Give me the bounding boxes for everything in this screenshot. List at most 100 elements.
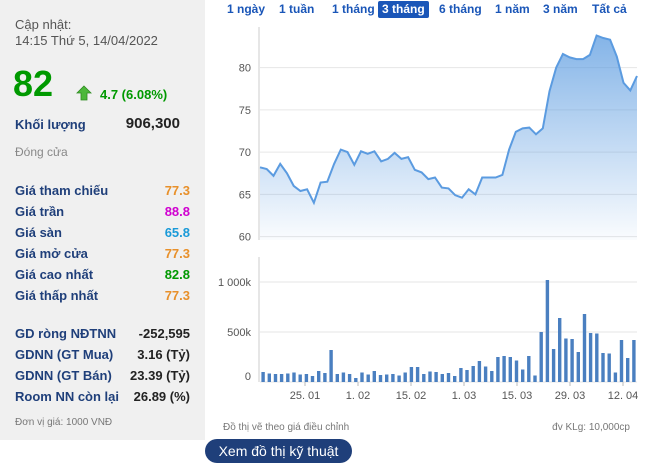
- up-arrow-icon: [76, 85, 92, 101]
- volume-bar: [459, 368, 463, 382]
- volume-bar: [403, 372, 407, 382]
- price-row-label: Giá trần: [15, 204, 65, 219]
- price-row-label: Giá thấp nhất: [15, 288, 99, 303]
- current-price: 82: [13, 63, 54, 104]
- volume-bar: [440, 374, 444, 382]
- price-change: 4.7 (6.08%): [100, 87, 168, 102]
- date-tick-label: 1. 02: [346, 390, 370, 402]
- stock-info-panel: Cập nhật: 14:15 Thứ 5, 14/04/2022 82 4.7…: [0, 0, 205, 440]
- price-area-fill: [260, 35, 637, 240]
- volume-bar: [570, 339, 574, 382]
- volume-tick-label: 500k: [227, 327, 251, 339]
- volume-bar: [261, 372, 265, 382]
- price-row-label: Giá tham chiếu: [15, 183, 109, 198]
- foreign-row-net: GD ròng NĐTNN -252,595: [15, 326, 190, 341]
- volume-bar: [310, 376, 315, 382]
- price-row-floor: Giá sàn 65.8: [15, 225, 190, 240]
- volume-bar: [582, 314, 587, 382]
- updated-label: Cập nhật:: [15, 17, 72, 32]
- price-row-value: 88.8: [164, 204, 190, 219]
- volume-bar: [632, 340, 636, 382]
- volume-bar: [372, 371, 376, 382]
- volume-bar: [465, 370, 469, 382]
- price-tick-label: 75: [239, 105, 251, 117]
- volume-bar: [527, 356, 531, 382]
- unit-note: Đơn vị giá: 1000 VNĐ: [15, 417, 113, 428]
- volume-bar: [323, 373, 327, 382]
- foreign-row-value: 26.89 (%): [133, 389, 190, 404]
- volume-bar: [558, 318, 562, 382]
- price-row-value: 65.8: [164, 225, 190, 240]
- foreign-row-value: 23.39 (Tỷ): [130, 368, 190, 383]
- foreign-row-sell: GDNN (GT Bán) 23.39 (Tỷ): [15, 368, 190, 383]
- volume-bar: [502, 356, 506, 382]
- volume-bar: [564, 338, 568, 382]
- volume-bar: [304, 374, 309, 382]
- price-tick-label: 80: [239, 63, 251, 75]
- technical-chart-button[interactable]: Xem đồ thị kỹ thuật: [205, 439, 352, 463]
- volume-bar: [545, 280, 550, 382]
- price-row-value: 77.3: [164, 183, 190, 198]
- volume-bar: [428, 371, 432, 382]
- foreign-row-value: -252,595: [138, 326, 190, 341]
- volume-bar: [409, 367, 414, 382]
- volume-bar: [521, 369, 525, 382]
- volume-label: Khối lượng: [15, 117, 86, 132]
- volume-bar: [588, 333, 593, 382]
- volume-bar: [267, 373, 271, 382]
- volume-bar: [415, 367, 420, 382]
- volume-bar: [434, 372, 438, 382]
- date-tick-label: 1. 03: [452, 390, 476, 402]
- volume-bar: [533, 375, 537, 382]
- volume-bar: [286, 373, 290, 382]
- volume-bar: [279, 374, 284, 382]
- price-row-low: Giá thấp nhất 77.3: [15, 288, 190, 303]
- foreign-row-label: GD ròng NĐTNN: [15, 326, 117, 341]
- volume-bar: [360, 372, 364, 382]
- volume-bar: [453, 376, 457, 382]
- volume-bar: [496, 357, 500, 382]
- volume-grid: 0 500k 1 000k: [218, 277, 637, 383]
- price-row-label: Giá cao nhất: [15, 267, 94, 282]
- volume-bar: [576, 352, 580, 382]
- foreign-row-room: Room NN còn lại 26.89 (%): [15, 389, 190, 404]
- adjusted-price-note: Đồ thị vẽ theo giá điều chỉnh: [223, 422, 350, 433]
- volume-bar: [298, 374, 302, 382]
- foreign-row-label: GDNN (GT Mua): [15, 347, 114, 362]
- volume-bar: [292, 372, 296, 382]
- stock-chart: 60 65 70 75 80 0 500k 1 000k 25. 01 1. 02 15. 02…: [218, 27, 638, 402]
- volume-bar: [329, 350, 333, 382]
- price-row-label: Giá mở cửa: [15, 246, 88, 261]
- volume-bar: [397, 375, 401, 382]
- price-row-value: 77.3: [164, 246, 190, 261]
- volume-bar: [317, 371, 321, 382]
- volume-bar: [347, 374, 352, 382]
- volume-tick-label: 0: [245, 371, 251, 383]
- volume-bar: [273, 374, 278, 382]
- volume-bar: [508, 357, 512, 382]
- price-tick-label: 60: [239, 232, 251, 244]
- foreign-row-label: Room NN còn lại: [15, 389, 120, 404]
- volume-bar: [551, 349, 556, 382]
- close-label: Đóng cửa: [15, 145, 68, 159]
- price-row-value: 77.3: [164, 288, 190, 303]
- volume-bar: [607, 353, 611, 382]
- foreign-row-buy: GDNN (GT Mua) 3.16 (Tỷ): [15, 347, 190, 362]
- volume-bar: [619, 340, 624, 382]
- price-tick-label: 70: [239, 147, 251, 159]
- updated-time: 14:15 Thứ 5, 14/04/2022: [15, 33, 158, 48]
- volume-bar: [354, 378, 358, 382]
- volume-bar: [391, 374, 395, 382]
- volume-bar: [514, 360, 519, 382]
- date-tick-label: 15. 02: [396, 390, 427, 402]
- volume-bar: [483, 366, 488, 382]
- volume-value: 906,300: [125, 115, 180, 132]
- date-tick-label: 15. 03: [502, 390, 533, 402]
- volume-bar: [595, 333, 599, 382]
- volume-bar: [601, 353, 605, 382]
- volume-bar: [539, 332, 543, 382]
- date-axis: 25. 01 1. 02 15. 02 1. 03 15. 03 29. 03 12. 04: [290, 382, 638, 402]
- volume-bar: [626, 358, 630, 382]
- foreign-row-label: GDNN (GT Bán): [15, 368, 112, 383]
- volume-bar: [335, 374, 339, 382]
